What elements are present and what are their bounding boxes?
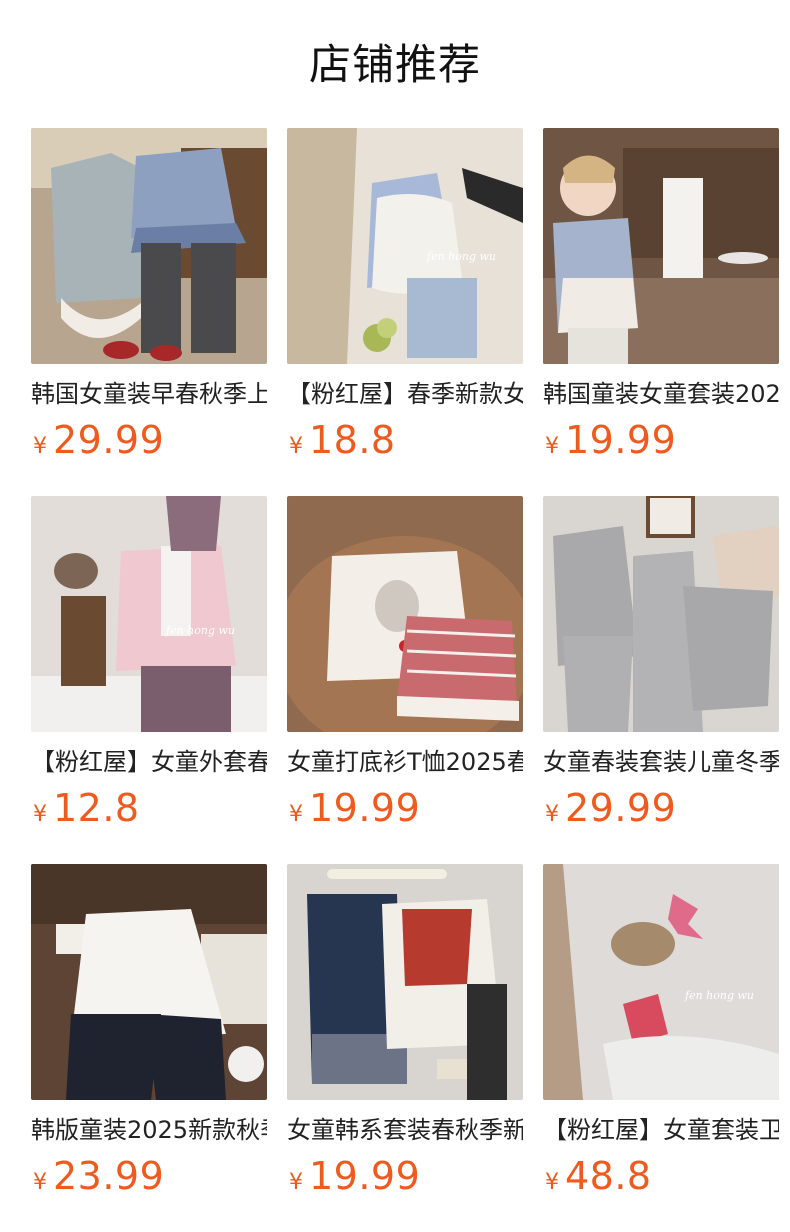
product-price: ¥ 48.8 [543,1154,779,1198]
product-image[interactable] [31,864,267,1100]
product-price: ¥ 19.99 [287,1154,523,1198]
product-image[interactable]: fen hong wu [287,128,523,364]
product-photo-clothes [543,128,779,364]
product-name[interactable]: 【粉红屋】女童套装卫衣 [543,1114,779,1146]
currency-symbol: ¥ [289,802,303,827]
watermark-text: fen hong wu [684,989,754,1002]
product-card[interactable]: 韩国童装女童套装2025 ¥ 19.99 [543,128,779,462]
price-amount: 48.8 [565,1154,652,1198]
product-image[interactable] [287,864,523,1100]
currency-symbol: ¥ [289,434,303,459]
product-price: ¥ 23.99 [31,1154,267,1198]
product-photo-clothes: fen hong wu [287,128,523,364]
currency-symbol: ¥ [33,434,47,459]
watermark-text: fen hong wu [165,624,235,637]
product-photo-clothes [31,128,267,364]
product-photo-clothes [287,496,523,732]
price-amount: 18.8 [309,418,396,462]
product-card[interactable]: 女童春装套装儿童冬季 ¥ 29.99 [543,496,779,830]
price-amount: 12.8 [53,786,140,830]
product-price: ¥ 19.99 [543,418,779,462]
price-amount: 19.99 [565,418,677,462]
product-name[interactable]: 女童春装套装儿童冬季 [543,746,779,778]
product-card[interactable]: 女童韩系套装春秋季新款 ¥ 19.99 [287,864,523,1198]
product-name[interactable]: 【粉红屋】女童外套春秋 [31,746,267,778]
product-photo-clothes: fen hong wu [543,864,779,1100]
product-photo-clothes [287,864,523,1100]
product-image[interactable] [287,496,523,732]
product-name[interactable]: 女童打底衫T恤2025春秋 [287,746,523,778]
price-amount: 29.99 [53,418,165,462]
currency-symbol: ¥ [33,1170,47,1195]
product-image[interactable]: fen hong wu [31,496,267,732]
currency-symbol: ¥ [289,1170,303,1195]
product-price: ¥ 19.99 [287,786,523,830]
product-card[interactable]: fen hong wu 【粉红屋】女童外套春秋 ¥ 12.8 [31,496,267,830]
product-image[interactable] [31,128,267,364]
product-card[interactable]: fen hong wu 【粉红屋】女童套装卫衣 ¥ 48.8 [543,864,779,1198]
currency-symbol: ¥ [33,802,47,827]
product-price: ¥ 18.8 [287,418,523,462]
currency-symbol: ¥ [545,434,559,459]
product-photo-clothes [543,496,779,732]
product-name[interactable]: 韩版童装2025新款秋季 [31,1114,267,1146]
currency-symbol: ¥ [545,1170,559,1195]
product-card[interactable]: 韩国女童装早春秋季上衣 ¥ 29.99 [31,128,267,462]
product-price: ¥ 29.99 [31,418,267,462]
product-name[interactable]: 韩国女童装早春秋季上衣 [31,378,267,410]
currency-symbol: ¥ [545,802,559,827]
price-amount: 19.99 [309,1154,421,1198]
product-card[interactable]: fen hong wu 【粉红屋】春季新款女童 ¥ 18.8 [287,128,523,462]
section-title: 店铺推荐 [308,40,481,89]
product-image[interactable] [543,128,779,364]
product-card[interactable]: 女童打底衫T恤2025春秋 ¥ 19.99 [287,496,523,830]
product-photo-clothes [31,864,267,1100]
product-name[interactable]: 韩国童装女童套装2025 [543,378,779,410]
product-card[interactable]: 韩版童装2025新款秋季 ¥ 23.99 [31,864,267,1198]
shop-recommend-page: 店铺推荐 韩国女童装早春秋季上衣 ¥ 29.99 [0,0,790,1232]
watermark-text: fen hong wu [426,250,496,263]
product-name[interactable]: 女童韩系套装春秋季新款 [287,1114,523,1146]
product-image[interactable] [543,496,779,732]
product-name[interactable]: 【粉红屋】春季新款女童 [287,378,523,410]
product-photo-clothes: fen hong wu [31,496,267,732]
price-amount: 23.99 [53,1154,165,1198]
product-price: ¥ 29.99 [543,786,779,830]
product-price: ¥ 12.8 [31,786,267,830]
product-image[interactable]: fen hong wu [543,864,779,1100]
price-amount: 19.99 [309,786,421,830]
price-amount: 29.99 [565,786,677,830]
